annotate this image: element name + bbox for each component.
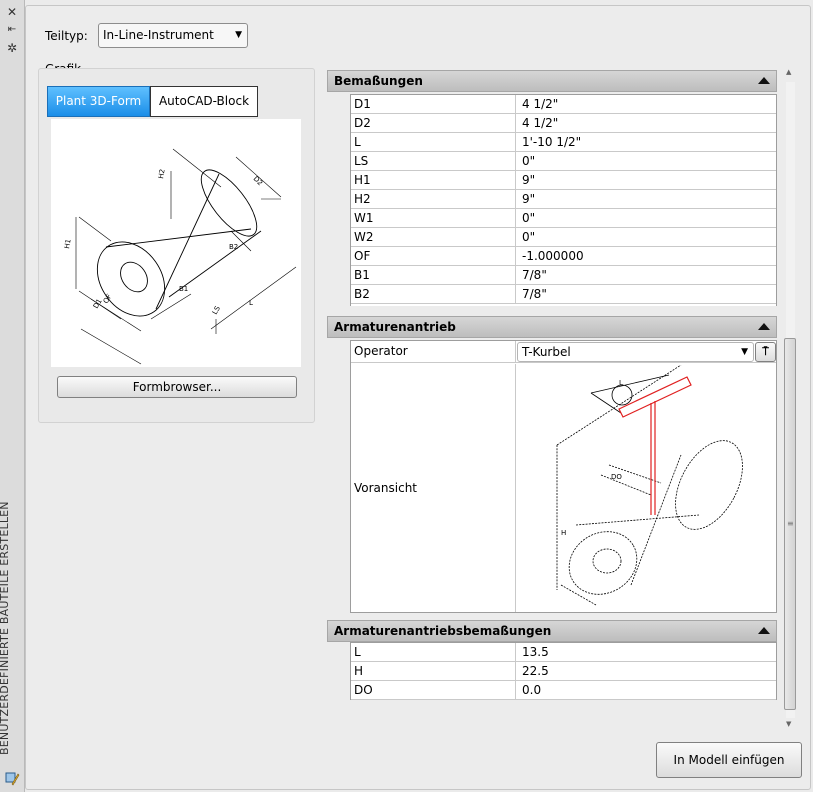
scroll-thumb[interactable]: ≡ xyxy=(784,338,796,710)
palette-app-icon xyxy=(5,772,20,786)
row-name: D2 xyxy=(351,114,516,132)
row-name: DO xyxy=(351,681,516,699)
properties-icon[interactable]: ✲ xyxy=(5,41,19,55)
dim-label-l: L xyxy=(249,299,253,307)
close-icon[interactable]: ✕ xyxy=(5,5,19,19)
row-value[interactable]: 0" xyxy=(517,209,776,227)
plant-3d-shape-preview: H2 D2 B2 H1 D1 OF B1 LS L xyxy=(51,119,301,367)
row-value[interactable]: 0" xyxy=(517,152,776,170)
actuator-preview: L H DO xyxy=(521,365,773,612)
actuator-dim-label-do: DO xyxy=(611,473,622,481)
chevron-down-icon: ▼ xyxy=(235,30,242,40)
row-value[interactable]: 9" xyxy=(517,171,776,189)
operator-library-button[interactable]: ⍑ xyxy=(755,342,776,362)
chevron-down-icon: ▼ xyxy=(741,347,748,357)
section-header-actuator[interactable]: Armaturenantrieb xyxy=(327,316,777,338)
form-browser-button[interactable]: Formbrowser... xyxy=(57,376,297,398)
table-row: L 1'-10 1/2" xyxy=(351,133,776,152)
palette-title: BENUTZERDEFINIERTE BAUTEILE ERSTELLEN xyxy=(0,501,11,755)
part-type-dropdown[interactable]: In-Line-Instrument ▼ xyxy=(98,23,248,48)
row-value[interactable]: 1'-10 1/2" xyxy=(517,133,776,151)
graphic-group: Plant 3D-Form AutoCAD-Block H2 D2 B2 H1 … xyxy=(38,68,315,423)
collapse-triangle-icon[interactable] xyxy=(758,77,770,84)
dimensions-grid: D1 4 1/2" D2 4 1/2" L 1'-10 1/2" LS 0" H1 9" … xyxy=(350,94,777,306)
table-row: DO 0.0 xyxy=(351,681,776,700)
dim-label-b1: B1 xyxy=(179,285,188,293)
collapse-triangle-icon[interactable] xyxy=(758,323,770,330)
table-row: L 13.5 xyxy=(351,643,776,662)
tab-plant-3d-form[interactable]: Plant 3D-Form xyxy=(47,86,150,117)
collapse-triangle-icon[interactable] xyxy=(758,627,770,634)
properties-scrollbar[interactable]: ▲ ≡ ▼ xyxy=(783,68,797,732)
handle-icon: ⍑ xyxy=(762,345,769,358)
row-value[interactable]: 13.5 xyxy=(517,643,776,661)
table-row: W2 0" xyxy=(351,228,776,247)
dim-label-ls: LS xyxy=(211,304,222,316)
auto-hide-icon[interactable]: ⇤ xyxy=(5,23,19,37)
row-name: W1 xyxy=(351,209,516,227)
table-row: H 22.5 xyxy=(351,662,776,681)
row-value[interactable]: 4 1/2" xyxy=(517,114,776,132)
scroll-up-icon[interactable]: ▲ xyxy=(786,68,791,76)
row-value[interactable]: 4 1/2" xyxy=(517,95,776,113)
dim-label-h1: H1 xyxy=(63,238,73,249)
preview-label: Voransicht xyxy=(351,364,516,612)
row-name: B1 xyxy=(351,266,516,284)
section-header-dimensions[interactable]: Bemaßungen xyxy=(327,70,777,92)
actuator-dim-label-l: L xyxy=(619,379,623,387)
grip-icon: ≡ xyxy=(787,519,794,528)
main-panel: Teiltyp: In-Line-Instrument ▼ Grafik Pla… xyxy=(25,5,811,790)
row-name: H2 xyxy=(351,190,516,208)
row-name: L xyxy=(351,643,516,661)
row-value[interactable]: 7/8" xyxy=(517,285,776,303)
table-row: H2 9" xyxy=(351,190,776,209)
actuator-dim-label-h: H xyxy=(561,529,566,537)
table-row: D2 4 1/2" xyxy=(351,114,776,133)
row-name: LS xyxy=(351,152,516,170)
tab-autocad-block[interactable]: AutoCAD-Block xyxy=(150,86,258,117)
operator-row: Operator T-Kurbel ▼ ⍑ xyxy=(351,341,776,363)
scroll-down-icon[interactable]: ▼ xyxy=(786,720,791,728)
row-value[interactable]: 0.0 xyxy=(517,681,776,699)
table-row: B2 7/8" xyxy=(351,285,776,304)
row-name: D1 xyxy=(351,95,516,113)
row-name: OF xyxy=(351,247,516,265)
operator-label: Operator xyxy=(351,341,516,362)
table-row: OF -1.000000 xyxy=(351,247,776,266)
actuator-grid: Operator T-Kurbel ▼ ⍑ Voransicht L H DO xyxy=(350,340,777,613)
row-value[interactable]: -1.000000 xyxy=(517,247,776,265)
section-header-actuator-dimensions[interactable]: Armaturenantriebsbemaßungen xyxy=(327,620,777,642)
section-title-actuator: Armaturenantrieb xyxy=(334,320,456,334)
table-row: W1 0" xyxy=(351,209,776,228)
row-name: H xyxy=(351,662,516,680)
dim-label-d2: D2 xyxy=(252,175,265,188)
part-type-label: Teiltyp: xyxy=(45,29,88,43)
table-row: B1 7/8" xyxy=(351,266,776,285)
operator-value: T-Kurbel xyxy=(522,345,571,359)
row-name: W2 xyxy=(351,228,516,246)
section-title-actuator-dimensions: Armaturenantriebsbemaßungen xyxy=(334,624,552,638)
palette-title-strip: ✕ ⇤ ✲ BENUTZERDEFINIERTE BAUTEILE ERSTEL… xyxy=(0,0,25,792)
table-row: LS 0" xyxy=(351,152,776,171)
insert-into-model-button[interactable]: In Modell einfügen xyxy=(656,742,802,778)
row-name: B2 xyxy=(351,285,516,303)
row-value[interactable]: 7/8" xyxy=(517,266,776,284)
row-name: L xyxy=(351,133,516,151)
row-name: H1 xyxy=(351,171,516,189)
table-row: H1 9" xyxy=(351,171,776,190)
operator-dropdown[interactable]: T-Kurbel ▼ xyxy=(517,342,754,362)
part-type-value: In-Line-Instrument xyxy=(103,28,214,42)
section-title-dimensions: Bemaßungen xyxy=(334,74,423,88)
table-row: D1 4 1/2" xyxy=(351,95,776,114)
row-value[interactable]: 9" xyxy=(517,190,776,208)
actuator-dimensions-grid: L 13.5 H 22.5 DO 0.0 xyxy=(350,642,777,700)
row-value[interactable]: 0" xyxy=(517,228,776,246)
dim-label-h2: H2 xyxy=(157,168,167,179)
dim-label-b2: B2 xyxy=(229,243,238,251)
row-value[interactable]: 22.5 xyxy=(517,662,776,680)
